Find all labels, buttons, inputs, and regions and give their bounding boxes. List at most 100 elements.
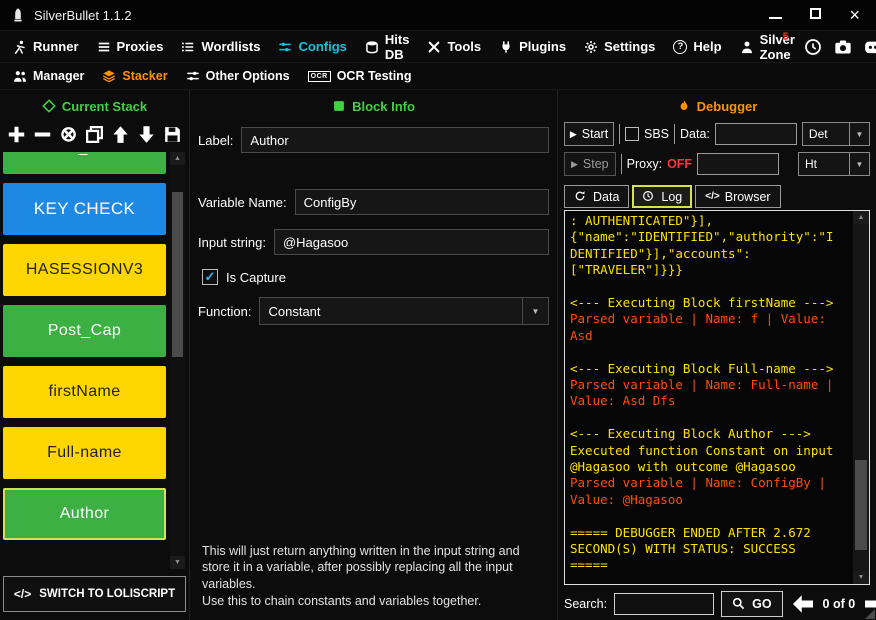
proxy-input[interactable] [697,153,780,175]
step-button[interactable]: ▶ Step [564,152,616,176]
log-scroll-thumb[interactable] [855,459,867,551]
scroll-down-icon[interactable]: ▼ [170,556,185,569]
stack-item-author[interactable]: Author [3,488,166,540]
log-line: Executed function Constant on input [570,442,834,458]
menu-item-plugins[interactable]: Plugins [490,31,575,62]
log-line: @Hagasoo with outcome @Hagasoo [570,459,796,475]
is-capture-label: Is Capture [226,269,286,285]
scroll-up-icon[interactable]: ▲ [853,211,869,224]
tab-log[interactable]: Log [632,185,693,208]
function-dropdown-value: Constant [268,303,321,319]
notification-badge: 5 [782,31,789,43]
start-button-label: Start [581,127,609,141]
log-line: SECOND(S) WITH STATUS: SUCCESS [570,541,796,557]
variable-name-input[interactable] [294,189,549,215]
stack-item-key-check[interactable]: KEY CHECK [3,183,166,235]
discord-icon[interactable] [864,38,876,56]
chevron-down-icon[interactable]: ▼ [849,153,869,175]
resize-grip[interactable] [865,609,875,619]
label-input[interactable] [241,127,549,153]
refresh-icon [574,190,588,204]
function-dropdown[interactable]: Constant ▼ [259,297,549,325]
stack-scroll-thumb[interactable] [172,192,183,357]
close-button[interactable]: × [849,6,860,24]
is-capture-checkbox[interactable]: ✓ [202,269,218,285]
menu-item-label: Silver Zone [759,31,795,62]
proxy-off-toggle[interactable]: OFF [667,157,692,171]
submenu-item-stacker[interactable]: Stacker [93,63,176,89]
clear-stack-button[interactable]: ⊗ [57,122,80,146]
search-label: Search: [564,597,608,611]
start-button[interactable]: ▶ Start [564,122,614,146]
stack-item-post-card[interactable]: Post_Card [3,152,166,174]
search-icon [732,597,746,611]
menu-item-label: Tools [447,39,482,54]
log-line: <--- Executing Block Author ---> [570,426,811,442]
stack-item-post-cap[interactable]: Post_Cap [3,305,166,357]
submenu-item-label: Manager [33,69,85,83]
debug-data-input[interactable] [714,123,797,145]
tab-label: Data [593,189,620,204]
chevron-down-icon[interactable]: ▼ [849,123,869,145]
label-field-row: Label: [198,127,549,153]
log-scrollbar[interactable]: ▲ ▼ [853,211,869,584]
code-icon: </> [705,191,720,202]
log-line: Parsed variable | Name: Full-name | [570,377,834,393]
data-type-value: Det [808,127,828,141]
log-search-input[interactable] [614,593,715,615]
save-icon-button[interactable] [161,122,184,146]
tab-label: Log [661,189,683,204]
camera-icon[interactable] [834,38,852,56]
move-down-button[interactable] [135,122,158,146]
clone-block-button[interactable] [83,122,106,146]
menu-item-settings[interactable]: Settings [575,31,664,62]
block-help-line: This will just return anything written i… [202,543,520,592]
menu-item-help[interactable]: ? Help [664,31,730,62]
minimize-button[interactable] [769,6,783,24]
log-line: {"name":"IDENTIFIED","authority":"I [570,229,834,245]
stack-item-full-name[interactable]: Full-name [3,427,166,479]
maximize-button[interactable] [810,6,822,24]
submenu-item-other-options[interactable]: Other Options [177,63,299,89]
switch-to-loliscript-button[interactable]: </> SWITCH TO LOLISCRIPT [3,576,186,612]
move-up-button[interactable] [109,122,132,146]
menu-item-tools[interactable]: Tools [418,31,490,62]
menu-item-silver-zone[interactable]: 5 Silver Zone [731,31,804,62]
stack-scroll-track[interactable] [170,165,185,556]
log-line: ["TRAVELER"]}}} [570,262,683,278]
data-type-dropdown[interactable]: Det ▼ [801,122,870,146]
wordlists-icon [181,40,195,54]
menu-item-hits-db[interactable]: Hits DB [356,31,419,62]
stack-item-firstname[interactable]: firstName [3,366,166,418]
submenu-item-manager[interactable]: Manager [4,63,93,89]
tab-browser[interactable]: </> Browser [695,185,781,208]
stack-item-hasessionv3[interactable]: HASESSIONV3 [3,244,166,296]
menu-item-proxies[interactable]: Proxies [88,31,173,62]
chevron-down-icon[interactable]: ▼ [522,298,548,324]
menu-item-configs[interactable]: Configs [269,31,355,62]
menu-item-wordlists[interactable]: Wordlists [172,31,269,62]
scroll-up-icon[interactable]: ▲ [170,152,185,165]
log-scroll-track[interactable] [853,224,869,571]
window-controls: × [769,6,866,24]
tab-label: Browser [724,189,771,204]
question-icon: ? [673,39,688,54]
current-stack-header: Current Stack [0,95,189,117]
stack-list-container: Post_Card KEY CHECK HASESSIONV3 Post_Capfir… [0,152,189,569]
history-clock-icon[interactable] [804,38,822,56]
debugger-title: Debugger [696,98,758,114]
submenu-item-ocr-testing[interactable]: OCR OCR Testing [299,63,421,89]
menu-item-runner[interactable]: Runner [4,31,88,62]
remove-block-button[interactable] [31,122,54,146]
log-line: DENTIFIED"}],"accounts": [570,245,751,261]
tab-data[interactable]: Data [564,185,630,208]
input-string-input[interactable] [273,229,549,255]
log-line: Parsed variable | Name: ConfigBy | [570,475,826,491]
search-go-button[interactable]: GO [721,591,783,617]
sbs-checkbox[interactable] [625,127,639,141]
scroll-down-icon[interactable]: ▼ [853,571,869,584]
proxy-type-dropdown[interactable]: Ht ▼ [798,152,870,176]
previous-result-button[interactable] [790,594,816,614]
add-block-button[interactable] [5,122,28,146]
stack-scrollbar[interactable]: ▲ ▼ [170,152,185,569]
